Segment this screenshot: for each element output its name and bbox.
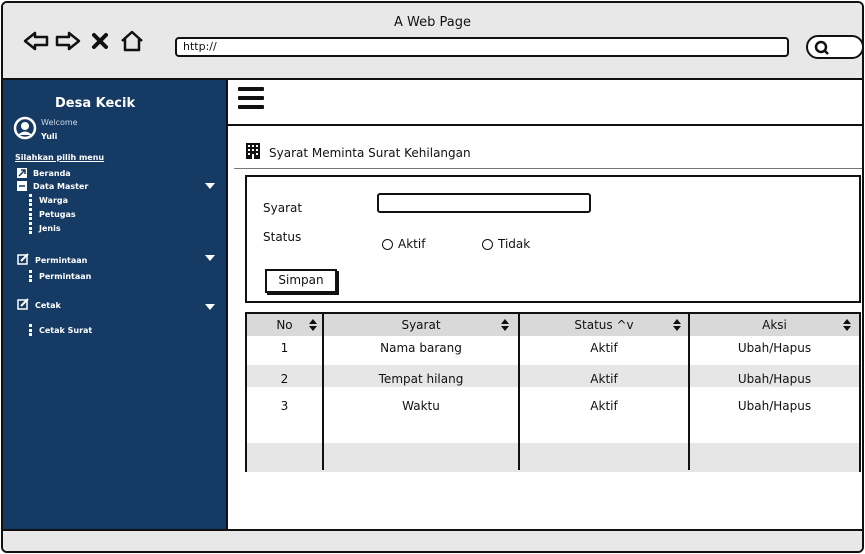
sidebar-item-label: Jenis	[39, 223, 61, 233]
radio-circle-icon	[382, 238, 393, 250]
arrow-up-right-icon	[17, 168, 27, 178]
cell-syarat: Nama barang	[380, 341, 462, 355]
dots-icon	[29, 324, 33, 336]
column-header-aksi[interactable]: Aksi	[690, 314, 859, 336]
table-row-empty	[247, 421, 859, 443]
user-name: Yuli	[41, 132, 58, 141]
sidebar: Desa Kecik Welcome Yuli Silahkan pilih m…	[3, 80, 226, 535]
sidebar-item-label: Cetak Surat	[39, 325, 93, 335]
cell-no: 2	[280, 372, 289, 386]
main-content: Syarat Meminta Surat Kehilangan Syarat S…	[226, 80, 862, 535]
header-label: Status ^v	[574, 318, 634, 332]
sidebar-item-label: Data Master	[33, 181, 89, 191]
user-avatar-icon	[13, 116, 37, 144]
radio-label: Aktif	[398, 237, 426, 251]
column-header-syarat[interactable]: Syarat	[324, 314, 518, 336]
header-label: Aksi	[762, 318, 787, 332]
cell-aksi-link[interactable]: Ubah/Hapus	[690, 395, 859, 417]
sidebar-item-label: Petugas	[39, 209, 76, 219]
header-label: Syarat	[401, 318, 441, 332]
cell-syarat: Tempat hilang	[378, 372, 464, 386]
chevron-down-icon[interactable]	[205, 304, 215, 310]
sidebar-item-beranda[interactable]: Beranda	[17, 168, 71, 178]
dots-icon	[29, 194, 33, 206]
cell-syarat: Waktu	[402, 399, 440, 413]
sidebar-item-data-master[interactable]: Data Master	[17, 181, 88, 191]
sort-icon[interactable]	[309, 319, 317, 331]
sort-icon[interactable]	[673, 319, 681, 331]
sidebar-item-label: Permintaan	[39, 271, 92, 281]
top-bar	[228, 80, 862, 126]
sidebar-item-petugas[interactable]: Petugas	[29, 208, 76, 220]
sidebar-item-permintaan-sub[interactable]: Permintaan	[29, 270, 91, 282]
column-divider	[322, 314, 324, 470]
sidebar-item-cetak[interactable]: Cetak	[17, 298, 61, 312]
table-row: 1 Nama barang Aktif Ubah/Hapus	[247, 337, 859, 359]
sidebar-item-label: Permintaan	[35, 255, 88, 265]
nav-buttons	[23, 27, 145, 55]
sidebar-item-label: Beranda	[33, 168, 71, 178]
hamburger-menu-icon[interactable]	[238, 87, 264, 109]
building-icon	[245, 142, 261, 163]
page-title: Syarat Meminta Surat Kehilangan	[245, 142, 471, 163]
data-table: No Syarat Status ^v Aksi 1 Nama barang A…	[245, 312, 861, 472]
app-name: Desa Kecik	[55, 96, 136, 111]
sidebar-item-label: Cetak	[35, 300, 61, 310]
table-row: 3 Waktu Aktif Ubah/Hapus	[247, 393, 859, 415]
dots-icon	[29, 222, 33, 234]
browser-window: A Web Page http:// Desa Kecik Welcome Yu…	[1, 1, 864, 553]
dots-icon	[29, 270, 33, 282]
column-header-status[interactable]: Status ^v	[520, 314, 688, 336]
header-label: No	[276, 318, 293, 332]
sidebar-item-warga[interactable]: Warga	[29, 194, 68, 206]
forward-arrow-icon[interactable]	[55, 28, 81, 54]
syarat-input[interactable]	[377, 193, 591, 213]
form-panel: Syarat Status Aktif Tidak Simpan	[245, 175, 861, 303]
cell-status: Aktif	[590, 372, 618, 386]
search-box[interactable]	[806, 35, 862, 60]
browser-toolbar: A Web Page http://	[3, 3, 862, 80]
back-arrow-icon[interactable]	[23, 28, 49, 54]
status-bar	[3, 529, 862, 551]
cell-status: Aktif	[590, 399, 618, 413]
syarat-label: Syarat	[263, 201, 303, 215]
sidebar-item-jenis[interactable]: Jenis	[29, 222, 61, 234]
save-button[interactable]: Simpan	[265, 269, 337, 293]
radio-tidak[interactable]: Tidak	[482, 237, 530, 251]
column-divider	[688, 314, 690, 470]
table-header: No Syarat Status ^v Aksi	[247, 314, 859, 336]
table-row-empty	[247, 443, 859, 472]
sidebar-item-permintaan[interactable]: Permintaan	[17, 253, 87, 267]
collapse-icon	[17, 181, 27, 191]
home-icon[interactable]	[119, 28, 145, 54]
close-icon[interactable]	[87, 28, 113, 54]
status-label: Status	[263, 230, 302, 244]
page-title-text: Syarat Meminta Surat Kehilangan	[269, 145, 471, 160]
chevron-down-icon[interactable]	[205, 255, 215, 261]
cell-no: 1	[280, 341, 289, 355]
column-divider	[518, 314, 520, 470]
dots-icon	[29, 208, 33, 220]
divider	[234, 168, 862, 169]
edit-icon	[17, 298, 29, 312]
edit-icon	[17, 253, 29, 267]
cell-aksi-link[interactable]: Ubah/Hapus	[690, 368, 859, 390]
welcome-text: Welcome	[41, 118, 78, 127]
radio-label: Tidak	[498, 237, 531, 251]
cell-aksi-link[interactable]: Ubah/Hapus	[690, 337, 859, 359]
radio-circle-icon	[482, 238, 493, 250]
radio-aktif[interactable]: Aktif	[382, 237, 425, 251]
url-bar[interactable]: http://	[175, 37, 789, 57]
cell-status: Aktif	[590, 341, 618, 355]
sidebar-item-label: Warga	[39, 195, 69, 205]
search-icon	[814, 40, 830, 60]
sidebar-item-cetak-surat[interactable]: Cetak Surat	[29, 324, 92, 336]
menu-hint: Silahkan pilih menu	[15, 153, 105, 162]
sort-icon[interactable]	[843, 319, 851, 331]
chevron-down-icon[interactable]	[205, 183, 215, 189]
sort-icon[interactable]	[501, 319, 509, 331]
table-row: 2 Tempat hilang Aktif Ubah/Hapus	[247, 365, 859, 387]
cell-no: 3	[280, 399, 289, 413]
